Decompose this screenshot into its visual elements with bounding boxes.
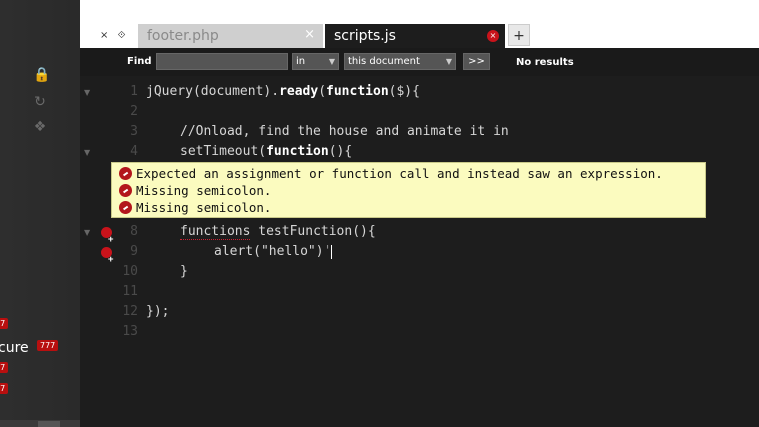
code-token: testFunction(){ — [250, 224, 376, 239]
code-text: }); — [146, 304, 170, 319]
code-line-10[interactable]: 10 } — [80, 262, 759, 282]
code-token: setTimeout( — [180, 144, 267, 159]
find-status: No results — [516, 57, 574, 68]
code-token: ready — [279, 84, 319, 99]
code-text: } — [180, 264, 188, 279]
find-label: Find — [127, 56, 152, 67]
error-icon — [119, 201, 132, 214]
code-text: //Onload, find the house and animate it … — [180, 124, 509, 139]
line-number: 13 — [122, 324, 138, 339]
line-number: 3 — [130, 124, 138, 139]
code-line-12[interactable]: 12 }); — [80, 302, 759, 322]
tab-footer-php[interactable]: footer.php × — [138, 24, 323, 48]
find-in-value: in — [296, 56, 306, 67]
find-scope-value: this document — [348, 56, 420, 67]
code-token: function — [266, 144, 329, 159]
sidebar-bottom-bar — [0, 420, 80, 427]
tab-list-icon[interactable]: ⟐ — [118, 30, 126, 41]
sidebar-bottom-handle[interactable] — [38, 421, 60, 427]
sidebar-badge-2: 77 — [0, 362, 9, 373]
tab-label: footer.php — [147, 28, 219, 44]
find-bar: Find in ▼ this document ▼ >> No results — [80, 48, 759, 76]
sidebar-badge-1: 77 — [0, 318, 9, 329]
chevron-down-icon: ▼ — [328, 57, 335, 66]
code-token: ($){ — [388, 84, 420, 99]
close-icon[interactable]: × — [487, 30, 499, 42]
code-line-8[interactable]: 8 functions testFunction(){ — [80, 222, 759, 250]
close-icon[interactable]: × — [304, 23, 315, 47]
code-token: ( — [318, 84, 327, 99]
code-text: jQuery(document).ready(function($){ — [146, 82, 420, 102]
error-icon — [119, 167, 132, 180]
code-text: functions testFunction(){ — [180, 222, 376, 242]
code-token: alert("hello") — [214, 244, 324, 259]
lint-error-popup: Expected an assignment or function call … — [111, 162, 706, 218]
lint-message-text: Missing semicolon. — [136, 183, 272, 198]
find-in-select[interactable]: in ▼ — [292, 53, 339, 70]
find-next-button[interactable]: >> — [463, 53, 490, 70]
code-line-2[interactable]: 2 — [80, 102, 759, 122]
lock-icon[interactable]: 🔒 — [33, 68, 50, 82]
lint-message[interactable]: Missing semicolon. — [119, 199, 271, 216]
refresh-icon[interactable]: ↻ — [33, 95, 47, 109]
lint-message[interactable]: Expected an assignment or function call … — [119, 165, 663, 182]
code-line-13[interactable]: 13 — [80, 322, 759, 342]
tab-scripts-js[interactable]: scripts.js × — [325, 24, 505, 48]
line-number: 11 — [122, 284, 138, 299]
code-line-3[interactable]: 3 //Onload, find the house and animate i… — [80, 122, 759, 142]
code-text: setTimeout(function(){ — [180, 142, 352, 162]
code-text: alert("hello")' — [214, 242, 333, 262]
find-input[interactable] — [156, 53, 288, 70]
close-all-icon[interactable]: × — [100, 30, 108, 41]
code-token: (){ — [328, 144, 353, 159]
tab-label: scripts.js — [334, 28, 396, 44]
secure-label[interactable]: cure — [0, 340, 29, 356]
tab-bar: × ⟐ footer.php × scripts.js × + — [80, 0, 759, 48]
code-line-4[interactable]: 4 setTimeout(function(){ — [80, 142, 759, 162]
text-cursor — [331, 244, 333, 259]
line-number: 4 — [130, 144, 138, 159]
line-number: 12 — [122, 304, 138, 319]
chevron-down-icon: ▼ — [445, 57, 452, 66]
line-number: 1 — [130, 84, 138, 99]
code-token: functions — [180, 224, 251, 240]
sidebar-badge-3: 77 — [0, 383, 9, 394]
sidebar-background — [0, 0, 80, 427]
code-line-1[interactable]: 1 jQuery(document).ready(function($){ — [80, 82, 759, 102]
line-number: 2 — [130, 104, 138, 119]
lint-message-text: Expected an assignment or function call … — [136, 166, 663, 181]
find-scope-select[interactable]: this document ▼ — [344, 53, 456, 70]
error-icon — [119, 184, 132, 197]
code-line-9[interactable]: 9 alert("hello")' — [80, 242, 759, 270]
code-line-11[interactable]: 11 — [80, 282, 759, 302]
tab-controls: × ⟐ — [100, 30, 131, 41]
secure-badge: 777 — [37, 340, 59, 351]
line-number: 8 — [130, 224, 138, 239]
code-token: ' — [323, 244, 332, 259]
new-tab-button[interactable]: + — [508, 24, 530, 46]
left-sidebar: 🔒 ↻ ❖ 77 77 77 cure 777 — [0, 0, 80, 427]
line-number: 9 — [130, 244, 138, 259]
code-token: function — [326, 84, 389, 99]
lint-message[interactable]: Missing semicolon. — [119, 182, 271, 199]
code-editor[interactable]: Find in ▼ this document ▼ >> No results … — [80, 48, 759, 427]
puzzle-icon[interactable]: ❖ — [33, 120, 47, 134]
code-token: jQuery(document). — [146, 84, 280, 99]
lint-message-text: Missing semicolon. — [136, 200, 272, 215]
line-number: 10 — [122, 264, 138, 279]
